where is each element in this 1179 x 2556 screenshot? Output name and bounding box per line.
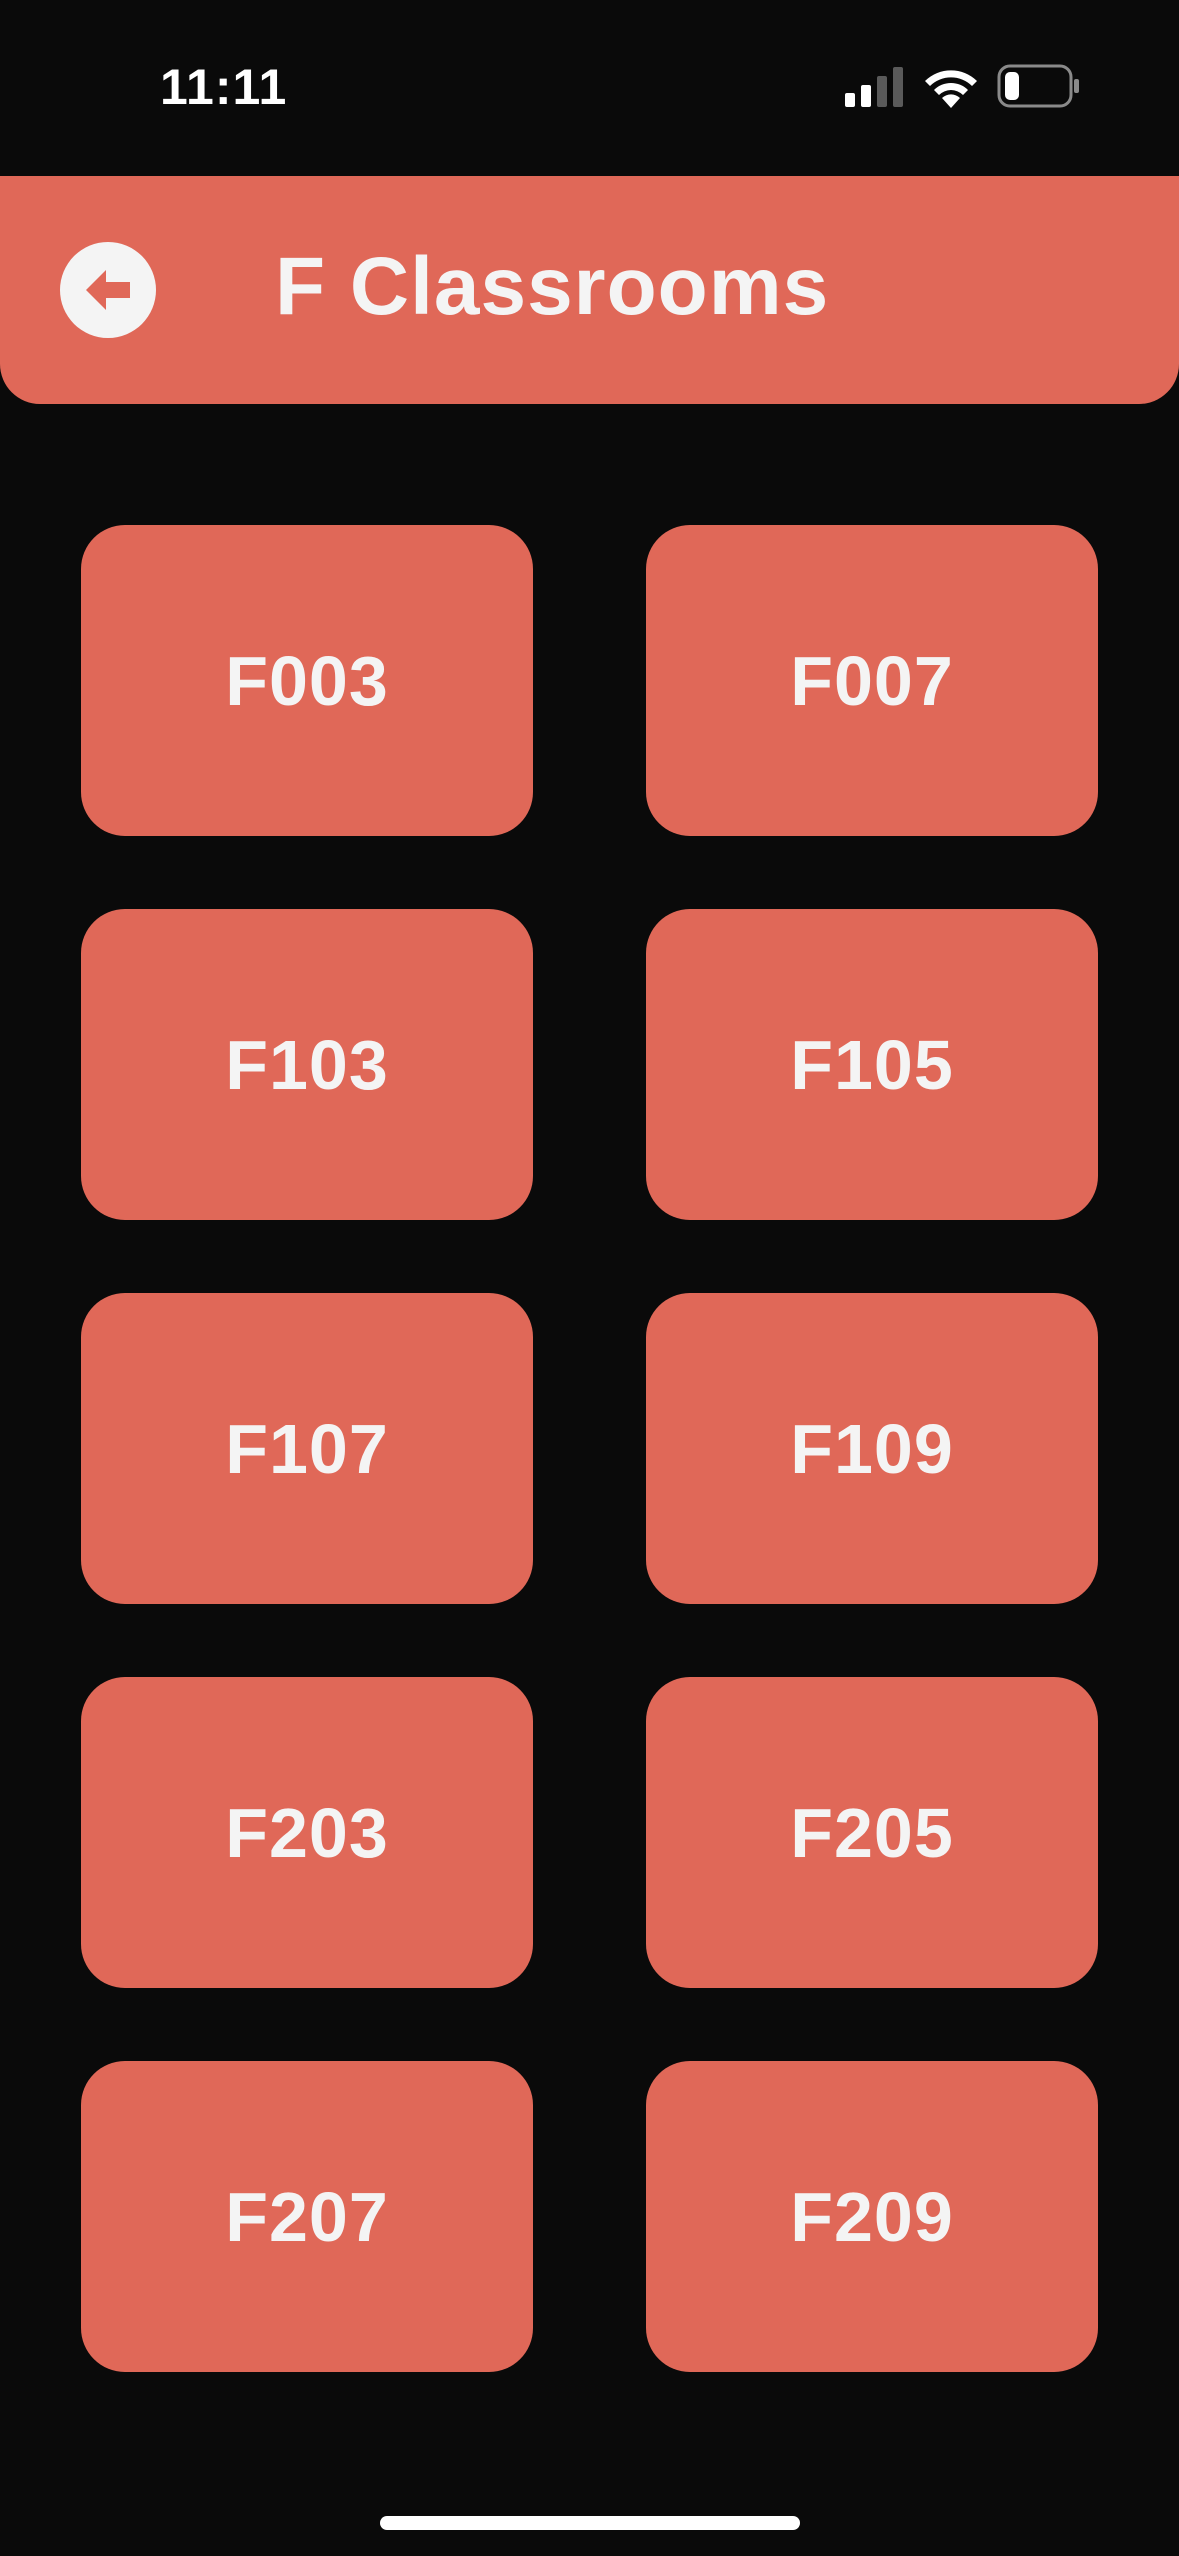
room-button-f007[interactable]: F007	[646, 525, 1098, 836]
room-label: F103	[225, 1025, 389, 1104]
status-time: 11:11	[160, 59, 288, 115]
room-button-f109[interactable]: F109	[646, 1293, 1098, 1604]
room-button-f205[interactable]: F205	[646, 1677, 1098, 1988]
room-label: F205	[790, 1793, 954, 1872]
room-button-f103[interactable]: F103	[81, 909, 533, 1220]
app-header: F Classrooms	[0, 176, 1179, 404]
status-bar: 11:11	[0, 0, 1179, 176]
back-button[interactable]	[60, 242, 156, 338]
room-label: F007	[790, 641, 954, 720]
room-label: F107	[225, 1409, 389, 1488]
room-label: F109	[790, 1409, 954, 1488]
room-button-f107[interactable]: F107	[81, 1293, 533, 1604]
arrow-left-circle-icon	[86, 270, 130, 310]
page-title: F Classrooms	[275, 241, 830, 332]
room-button-f207[interactable]: F207	[81, 2061, 533, 2372]
room-label: F209	[790, 2177, 954, 2256]
room-button-f105[interactable]: F105	[646, 909, 1098, 1220]
room-label: F207	[225, 2177, 389, 2256]
room-button-f209[interactable]: F209	[646, 2061, 1098, 2372]
room-button-f003[interactable]: F003	[81, 525, 533, 836]
signal-icon	[845, 67, 903, 107]
room-label: F203	[225, 1793, 389, 1872]
home-indicator[interactable]	[380, 2516, 800, 2530]
battery-icon	[997, 64, 1079, 108]
room-label: F105	[790, 1025, 954, 1104]
room-grid: F003 F007 F103 F105 F107 F109 F203 F205 …	[81, 525, 1098, 2372]
wifi-icon	[925, 70, 977, 108]
room-label: F003	[225, 641, 389, 720]
room-button-f203[interactable]: F203	[81, 1677, 533, 1988]
